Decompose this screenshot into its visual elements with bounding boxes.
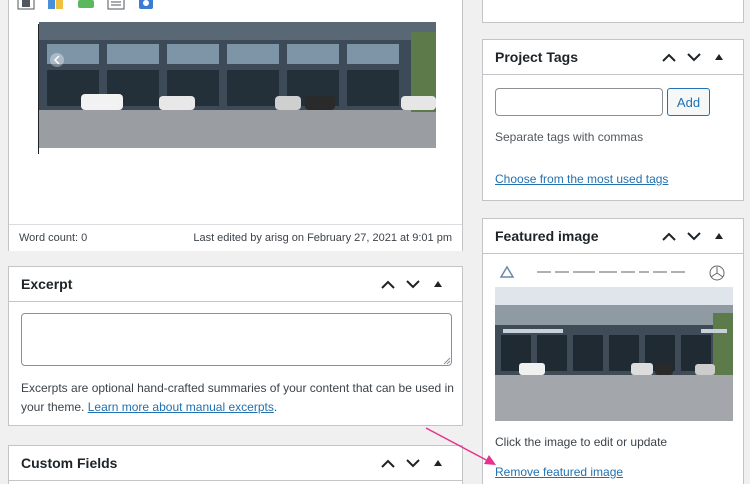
- excerpt-description: Excerpts are optional hand-crafted summa…: [21, 379, 457, 417]
- custom-fields-header[interactable]: Custom Fields: [9, 446, 462, 481]
- featured-image-panel: Featured image Click the image to edit o…: [482, 218, 744, 484]
- chevron-down-icon: [686, 231, 701, 240]
- featured-image-header[interactable]: Featured image: [483, 219, 743, 254]
- highlight-icon[interactable]: [77, 0, 95, 10]
- move-down-button[interactable]: [400, 451, 425, 475]
- toggle-panel-button[interactable]: [706, 45, 731, 69]
- custom-fields-title: Custom Fields: [21, 455, 118, 471]
- project-tags-header[interactable]: Project Tags: [483, 40, 743, 75]
- editor-panel: Word count: 0 Last edited by arisg on Fe…: [8, 0, 463, 251]
- chevron-up-icon: [380, 280, 395, 289]
- remove-featured-image-link[interactable]: Remove featured image: [495, 465, 623, 479]
- featured-image-title: Featured image: [495, 228, 599, 244]
- last-edited: Last edited by arisg on February 27, 202…: [193, 232, 452, 244]
- toggle-panel-button[interactable]: [425, 272, 450, 296]
- toggle-panel-button[interactable]: [706, 224, 731, 248]
- chevron-down-icon: [405, 279, 420, 288]
- chevron-up-icon: [380, 459, 395, 468]
- excerpt-header[interactable]: Excerpt: [9, 267, 462, 302]
- choose-most-used-tags-link[interactable]: Choose from the most used tags: [495, 172, 668, 186]
- featured-image-picture: [495, 265, 733, 421]
- triangle-up-icon: [433, 460, 442, 466]
- chevron-up-icon: [661, 53, 676, 62]
- move-up-button[interactable]: [656, 224, 681, 248]
- triangle-up-icon: [714, 233, 723, 239]
- tag-hint: Separate tags with commas: [495, 130, 644, 144]
- move-up-button[interactable]: [656, 45, 681, 69]
- list-icon[interactable]: [107, 0, 125, 10]
- excerpt-textarea[interactable]: [21, 313, 452, 366]
- chevron-down-icon: [405, 458, 420, 467]
- learn-more-excerpts-link[interactable]: Learn more about manual excerpts: [88, 400, 274, 414]
- featured-image-thumbnail[interactable]: [495, 265, 733, 421]
- fullscreen-icon[interactable]: [17, 0, 35, 10]
- user-icon[interactable]: [137, 0, 155, 10]
- custom-fields-panel: Custom Fields: [8, 445, 463, 484]
- triangle-up-icon: [433, 281, 442, 287]
- showroom-image: [39, 22, 436, 148]
- move-up-button[interactable]: [375, 272, 400, 296]
- excerpt-panel: Excerpt Excerpts are optional hand-craft…: [8, 266, 463, 426]
- project-tags-title: Project Tags: [495, 49, 578, 65]
- showroom-photo[interactable]: [39, 22, 436, 148]
- move-down-button[interactable]: [681, 224, 706, 248]
- editor-status-bar: Word count: 0 Last edited by arisg on Fe…: [9, 224, 462, 251]
- chevron-down-icon: [686, 52, 701, 61]
- excerpt-period: .: [273, 400, 278, 414]
- toggle-panel-button[interactable]: [425, 451, 450, 475]
- project-tags-panel: Project Tags Add Separate tags with comm…: [482, 39, 744, 201]
- editor-toolbar: [17, 0, 155, 12]
- excerpt-title: Excerpt: [21, 276, 73, 292]
- media-icon[interactable]: [47, 0, 65, 10]
- move-down-button[interactable]: [681, 45, 706, 69]
- featured-image-hint: Click the image to edit or update: [495, 435, 668, 449]
- resize-grip-icon[interactable]: [443, 357, 451, 365]
- sidebar-panel-top: [482, 0, 744, 23]
- new-tag-input[interactable]: [495, 88, 663, 116]
- word-count: Word count: 0: [19, 232, 88, 244]
- move-down-button[interactable]: [400, 272, 425, 296]
- add-tag-button[interactable]: Add: [667, 88, 710, 116]
- move-up-button[interactable]: [375, 451, 400, 475]
- triangle-up-icon: [714, 54, 723, 60]
- chevron-up-icon: [661, 232, 676, 241]
